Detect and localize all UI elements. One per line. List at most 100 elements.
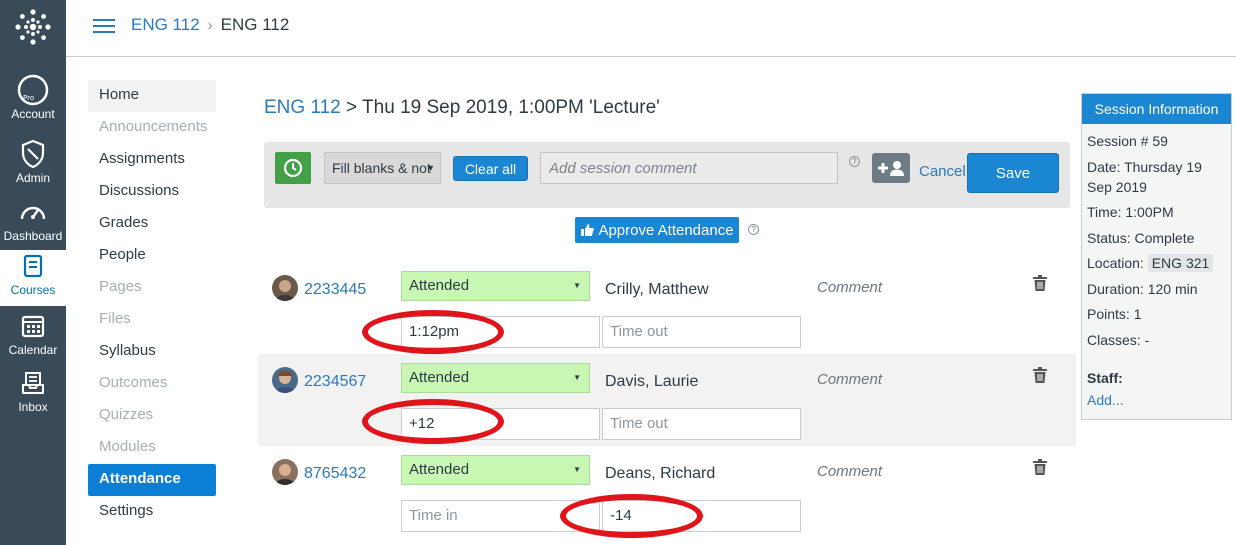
course-nav-item: Outcomes: [99, 374, 168, 391]
course-nav-item: Files: [99, 310, 131, 327]
student-comment[interactable]: Comment: [817, 371, 882, 388]
canvas-logo-icon: [15, 9, 51, 45]
attendance-status-select[interactable]: Attended ▼: [401, 455, 590, 485]
student-id-link[interactable]: 2234567: [304, 373, 366, 391]
student-id-link[interactable]: 8765432: [304, 465, 366, 483]
cancel-link[interactable]: Cancel: [919, 163, 966, 180]
student-row: 2233445 Attended ▼ Crilly, Matthew Comme…: [258, 262, 1076, 354]
session-number: Session # 59: [1087, 133, 1168, 149]
breadcrumb-course-link[interactable]: ENG 112: [131, 15, 200, 34]
attendance-status-value: Attended: [409, 369, 470, 386]
attendance-toolbar: Fill blanks & not ▼ Clear all ? Cancel S…: [264, 142, 1070, 208]
student-row: 8765432 Attended ▼ Deans, Richard Commen…: [258, 446, 1076, 538]
add-staff-link[interactable]: Add...: [1087, 391, 1226, 409]
attendance-status-select[interactable]: Attended ▼: [401, 363, 590, 393]
clear-all-button[interactable]: Clear all: [453, 156, 528, 181]
student-name: Crilly, Matthew: [605, 281, 709, 298]
nav-calendar-label: Calendar: [8, 343, 58, 357]
session-comment-input[interactable]: [540, 152, 838, 184]
top-header: ENG 112 › ENG 112: [66, 0, 1236, 57]
hamburger-menu-icon[interactable]: [93, 17, 115, 40]
save-button[interactable]: Save: [967, 153, 1059, 193]
help-icon[interactable]: ?: [849, 156, 860, 167]
courses-book-icon: [22, 250, 44, 282]
nav-inbox-label: Inbox: [18, 400, 48, 414]
inbox-icon: [21, 367, 45, 399]
time-out-field[interactable]: Time out: [602, 316, 801, 348]
staff-label: Staff:: [1087, 369, 1123, 386]
nav-inbox[interactable]: Inbox: [0, 367, 66, 423]
location-label: Location:: [1087, 255, 1144, 271]
approve-help-icon[interactable]: ?: [748, 224, 759, 235]
course-nav-item: Pages: [99, 278, 142, 295]
course-nav-item[interactable]: Home: [88, 80, 216, 112]
session-information-panel: Session Information Session # 59 Date: T…: [1081, 93, 1232, 420]
nav-admin[interactable]: Admin: [0, 138, 66, 194]
session-duration: Duration: 120 min: [1087, 280, 1198, 297]
nav-dashboard[interactable]: Dashboard: [0, 196, 66, 252]
breadcrumb: ENG 112 › ENG 112: [131, 15, 289, 35]
fill-blanks-value: Fill blanks & not: [332, 160, 431, 176]
location-badge: ENG 321: [1147, 254, 1214, 272]
caret-down-icon: ▼: [573, 465, 581, 474]
student-name: Deans, Richard: [605, 465, 716, 482]
student-comment[interactable]: Comment: [817, 279, 882, 296]
course-nav-item[interactable]: Syllabus: [88, 336, 216, 368]
session-information-title: Session Information: [1082, 94, 1231, 124]
student-avatar: [272, 459, 298, 485]
student-name: Davis, Laurie: [605, 373, 699, 390]
nav-calendar[interactable]: Calendar: [0, 310, 66, 366]
session-status: Status: Complete: [1087, 229, 1195, 246]
time-in-field[interactable]: Time in: [401, 500, 600, 532]
global-nav: Pro Account Admin Dashboard Courses Cale…: [0, 0, 66, 545]
nav-account[interactable]: Pro Account: [0, 74, 66, 130]
clock-icon: [283, 158, 303, 178]
dashboard-gauge-icon: [19, 196, 47, 228]
attendance-status-select[interactable]: Attended ▼: [401, 271, 590, 301]
calendar-icon: [21, 310, 45, 342]
add-person-button[interactable]: [872, 153, 910, 183]
attendance-status-value: Attended: [409, 277, 470, 294]
student-id-link[interactable]: 2233445: [304, 281, 366, 299]
course-nav: Home Announcements Assignments Discussions G…: [88, 80, 216, 528]
course-nav-item[interactable]: Settings: [88, 496, 216, 528]
canvas-logo[interactable]: [0, 8, 66, 58]
session-points: Points: 1: [1087, 306, 1142, 322]
time-in-field[interactable]: 1:12pm: [401, 316, 600, 348]
trash-icon[interactable]: [1033, 275, 1047, 296]
fill-blanks-select[interactable]: Fill blanks & not ▼: [324, 152, 441, 184]
course-nav-item: Announcements: [99, 118, 208, 135]
thumbs-up-icon: [581, 224, 595, 236]
time-out-field[interactable]: -14: [602, 500, 801, 532]
trash-icon[interactable]: [1033, 367, 1047, 388]
session-location: Location: ENG 321: [1087, 253, 1226, 273]
account-icon: Pro: [17, 74, 49, 106]
course-nav-item[interactable]: Discussions: [88, 176, 216, 208]
clock-button[interactable]: [275, 152, 311, 184]
student-avatar: [272, 367, 298, 393]
nav-dashboard-label: Dashboard: [3, 229, 63, 243]
student-comment[interactable]: Comment: [817, 463, 882, 480]
caret-down-icon: ▼: [573, 281, 581, 290]
caret-down-icon: ▼: [426, 163, 435, 173]
course-nav-item[interactable]: People: [88, 240, 216, 272]
trash-icon[interactable]: [1033, 459, 1047, 480]
course-nav-item[interactable]: Assignments: [88, 144, 216, 176]
add-person-icon: [878, 161, 904, 176]
student-row: 2234567 Attended ▼ Davis, Laurie Comment…: [258, 354, 1076, 446]
time-in-field[interactable]: +12: [401, 408, 600, 440]
course-nav-item: Modules: [99, 438, 156, 455]
nav-account-label: Account: [11, 107, 55, 121]
session-time: Time: 1:00PM: [1087, 204, 1174, 220]
time-out-field[interactable]: Time out: [602, 408, 801, 440]
approve-attendance-button[interactable]: Approve Attendance: [575, 217, 739, 243]
breadcrumb-separator: ›: [207, 17, 213, 34]
nav-courses-label: Courses: [10, 283, 56, 297]
nav-courses[interactable]: Courses: [0, 250, 66, 306]
session-classes: Classes: -: [1087, 331, 1150, 348]
course-nav-item[interactable]: Attendance: [88, 464, 216, 496]
approve-attendance-label: Approve Attendance: [598, 221, 734, 239]
course-nav-item: Quizzes: [99, 406, 154, 423]
course-nav-item[interactable]: Grades: [88, 208, 216, 240]
title-course-link[interactable]: ENG 112: [264, 97, 341, 118]
